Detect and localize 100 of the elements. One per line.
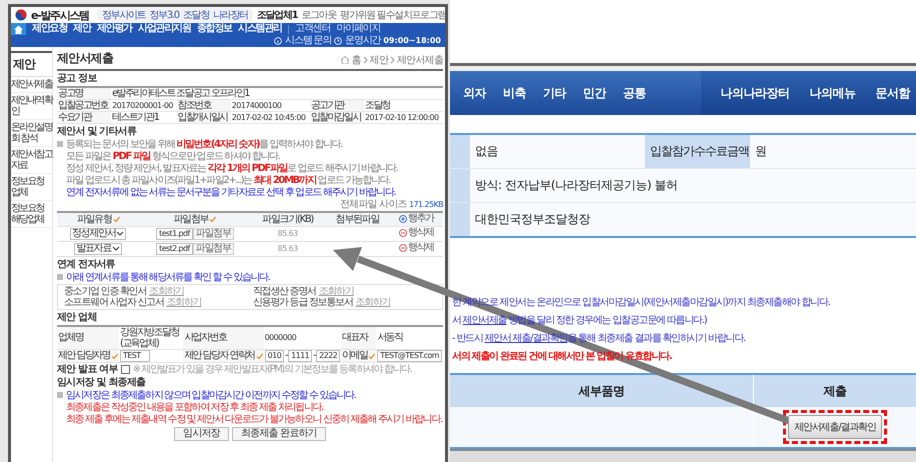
quick-link[interactable]: 정부사이트	[102, 8, 146, 22]
nav-menu-item[interactable]: 제안	[73, 23, 91, 35]
document-label: 소프트웨어 사업자 신고서	[64, 296, 164, 308]
field-label: 제안 담당자명	[58, 350, 118, 361]
field-value: 0000000	[264, 333, 296, 342]
sidebar-item[interactable]: 정보요청 업체	[11, 174, 52, 201]
sidebar-item[interactable]: 온라인설명회 참석	[11, 120, 52, 147]
column-header: 파일유형	[76, 214, 120, 225]
notice-text: 모든 파일은 PDF 파일 형식으로만 업로드 하셔야 합니다.	[66, 151, 280, 162]
action-button[interactable]: 임시저장	[174, 426, 229, 440]
nav-menu-item[interactable]: 외자	[463, 84, 486, 102]
home-icon	[14, 24, 23, 34]
bullet-icon	[57, 392, 63, 398]
column-header: 파일크기(KB)	[262, 214, 314, 225]
user-name: 조달업체1	[256, 9, 298, 22]
delete-row-button[interactable]: 행삭제	[398, 226, 434, 238]
header-link[interactable]: 로그아웃	[301, 8, 336, 22]
field-label: 대표자	[342, 332, 368, 343]
hint-text: ※ 제안발표가 있을 경우 제안발표자(PM)의 기본정보를 등록하셔야 합니다.	[132, 364, 412, 374]
required-icon	[110, 352, 118, 358]
breadcrumb-item[interactable]: 홈	[351, 53, 361, 67]
nav-menu-item[interactable]: 비축	[503, 84, 526, 102]
field-value: 테스트기관1	[112, 112, 158, 123]
breadcrumb-item[interactable]: 제안	[370, 53, 388, 67]
sidebar-item[interactable]: 제안내역확인	[11, 93, 52, 120]
phone-field[interactable]: 010	[264, 350, 284, 362]
nav-menu-item[interactable]: 나의나라장터	[720, 84, 790, 102]
document-label: 직접생산 증명서	[253, 286, 316, 296]
attach-button[interactable]: 파일첨부	[192, 228, 234, 240]
nav-menu-item[interactable]: 기타	[543, 84, 566, 102]
action-button[interactable]: 최종제출 완료하기	[232, 426, 326, 440]
clock-icon	[334, 37, 342, 45]
nav-menu-item[interactable]: 제안요청	[32, 23, 68, 35]
row-header-cell	[450, 203, 470, 236]
checkbox[interactable]	[120, 364, 130, 374]
nav-menu-item[interactable]: 종합정보	[196, 23, 232, 35]
attach-button[interactable]: 파일첨부	[192, 242, 234, 254]
row-header-cell	[450, 169, 470, 202]
submit-check-button[interactable]: 제안서제출/결과확인	[788, 415, 882, 439]
nav-menu-item[interactable]: 문서함	[876, 84, 910, 102]
sidebar-item[interactable]: 제안서제출	[11, 77, 52, 93]
field-label: 제안 발표 여부	[57, 364, 118, 374]
field-label: 입찰공고번호	[57, 100, 112, 112]
nav-menu-item[interactable]: 나의메뉴	[810, 84, 856, 102]
column-header: 제출	[822, 382, 848, 400]
nav-menu-item[interactable]: 시스템관리	[238, 23, 282, 35]
sidebar-title: 제안	[11, 51, 52, 77]
header-cell: 입찰참가수수료금액	[645, 135, 750, 168]
quick-link[interactable]: 정부3.0	[149, 8, 179, 22]
input-field[interactable]: TEST@TEST.com	[377, 350, 442, 362]
chevron-icon	[390, 56, 395, 64]
input-field[interactable]: TEST	[120, 350, 150, 362]
section-title: 공고 정보	[57, 73, 98, 85]
section-title: 임시저장 및 최종제출	[57, 376, 146, 388]
field-value: e발주리아테스트 조달공고 오프라인1	[112, 88, 249, 99]
nav-menu-item[interactable]: 사업관리지원	[138, 23, 191, 35]
help-link[interactable]: 시스템 문의	[285, 35, 332, 47]
field-value: 서동직	[377, 332, 402, 343]
required-icon	[112, 216, 120, 222]
hours-label: 운영시간	[345, 35, 380, 47]
notice-text: 아래 연계서류를 통해 해당서류를 확인 할 수 있습니다.	[66, 272, 270, 282]
quick-link[interactable]: 나라장터	[212, 8, 248, 22]
phone-field[interactable]: 2222	[316, 350, 340, 362]
field-value: 조달청	[364, 100, 390, 111]
header-link[interactable]: 평가위원 필수설치프로그램	[340, 8, 445, 22]
field-value: 2017-02-02 10:45:00	[232, 113, 306, 122]
field-value: 강원지방조달청(교육업체)	[120, 326, 179, 348]
page-title: 제안서제출	[57, 50, 114, 67]
home-icon	[341, 56, 350, 64]
chevron-icon	[362, 56, 368, 64]
file-name-field[interactable]: test1.pdf	[156, 228, 193, 240]
breadcrumb-item[interactable]: 제안서제출	[396, 53, 443, 67]
notice-text: 최종 제출 후에는 제출내역 수정 및 제안서 다운로드가 불가능하오니 신중히 제출해 주시기 바랍니다.	[66, 414, 442, 424]
field-label: 사업자번호	[184, 332, 226, 343]
document-label: 신용평가 등급 정보통보서	[253, 296, 352, 308]
field-label: 참조번호	[176, 100, 231, 112]
field-label: 수요기관	[57, 112, 112, 124]
notice-text: 등록되는 문서의 보안을 위해 비밀번호(4자리 숫자)를 입력하셔야 합니다.	[66, 139, 342, 150]
nav-menu-item[interactable]: 고객센터	[295, 23, 330, 35]
delete-row-button[interactable]: 행삭제	[398, 242, 434, 254]
nav-menu-item[interactable]: 공통	[623, 84, 646, 102]
logo-text: e-발주시스템	[31, 8, 89, 22]
quick-link[interactable]: 조달청	[182, 8, 209, 22]
sidebar-item[interactable]: 제안서참고자료	[11, 147, 52, 174]
row-header-cell	[450, 135, 470, 168]
notice-link[interactable]: 제안서제출	[462, 315, 506, 326]
file-type-select[interactable]: 발표자료	[74, 242, 122, 254]
total-size-text: 전체파일 사이즈 171.25KB	[340, 199, 443, 210]
column-header: 첨부된파일	[336, 214, 380, 225]
phone-field[interactable]: 1111	[288, 350, 312, 362]
field-label: 공고기관	[310, 100, 364, 112]
file-type-select[interactable]: 정성제안서	[70, 228, 126, 240]
notice-text: 연계 전자서류에 없는 서류는 문서구분을 기타자료로 선택 후 업로드 해주시기 바랍니다.	[66, 187, 396, 198]
home-button[interactable]	[11, 23, 26, 35]
file-name-field[interactable]: test2.pdf	[156, 242, 193, 254]
nav-menu-item[interactable]: 제안평가	[96, 23, 132, 35]
bullet-icon	[57, 141, 63, 147]
sidebar-item[interactable]: 정보요청 해당업체	[11, 201, 52, 228]
nav-menu-item[interactable]: 민간	[583, 84, 606, 102]
nav-menu-item[interactable]: 마이페이지	[336, 23, 380, 35]
